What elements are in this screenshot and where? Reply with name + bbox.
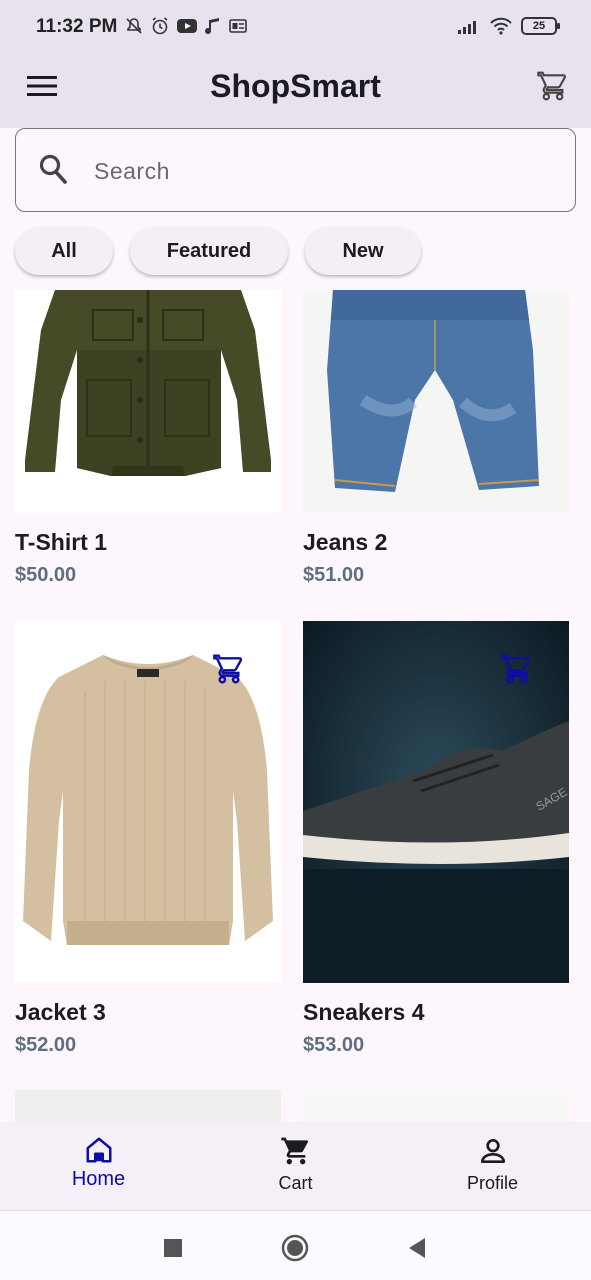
cart-button[interactable] <box>533 66 573 106</box>
product-image <box>15 290 281 513</box>
product-card[interactable]: Jeans 2 $51.00 <box>303 290 569 587</box>
product-card-partial[interactable] <box>303 1090 569 1122</box>
add-to-cart-icon <box>213 654 243 684</box>
recents-button[interactable] <box>158 1233 188 1263</box>
nav-cart-label: Cart <box>278 1173 313 1193</box>
jeans-image <box>303 290 569 513</box>
product-price: $53.00 <box>303 1034 365 1056</box>
system-navigation-bar <box>0 1210 591 1280</box>
news-icon <box>229 19 247 33</box>
product-card[interactable]: T-Shirt 1 $50.00 <box>15 290 281 587</box>
search-input[interactable] <box>94 151 554 191</box>
circle-icon <box>281 1234 309 1262</box>
square-icon <box>164 1239 182 1257</box>
product-card[interactable]: SAGE Sneakers 4 $53.00 <box>303 621 569 1057</box>
product-image: SAGE <box>303 621 569 983</box>
status-notification-icons <box>124 16 248 36</box>
product-price: $51.00 <box>303 564 365 586</box>
youtube-icon <box>177 19 197 33</box>
search-field[interactable] <box>15 128 576 212</box>
signal-icon <box>458 21 476 34</box>
chip-all[interactable]: All <box>15 227 113 275</box>
search-icon <box>39 154 67 184</box>
bottom-navigation: Home Cart Profile <box>0 1122 591 1210</box>
nav-profile-label: Profile <box>466 1173 519 1193</box>
chip-featured[interactable]: Featured <box>130 227 288 275</box>
person-icon <box>480 1139 505 1163</box>
status-time: 11:32 PM <box>36 16 118 37</box>
battery-icon: 25 <box>521 17 560 35</box>
music-icon <box>205 18 219 34</box>
product-price: $52.00 <box>15 1034 77 1056</box>
nav-cart[interactable]: Cart <box>197 1122 394 1210</box>
product-card[interactable]: Jacket 3 $52.00 <box>15 621 281 1057</box>
app-title: ShopSmart <box>210 68 381 104</box>
home-system-button[interactable] <box>280 1233 310 1263</box>
product-name: Jacket 3 <box>15 999 106 1025</box>
back-button[interactable] <box>402 1233 432 1263</box>
product-image <box>15 1090 281 1122</box>
back-triangle-icon <box>409 1238 425 1258</box>
nav-home[interactable]: Home <box>0 1122 197 1210</box>
product-image <box>303 290 569 513</box>
product-image <box>15 621 281 983</box>
add-to-cart-icon <box>501 654 531 684</box>
chip-new[interactable]: New <box>305 227 421 275</box>
product-name: Sneakers 4 <box>303 999 425 1025</box>
app-bar: ShopSmart <box>0 54 591 118</box>
jacket-image <box>15 290 281 513</box>
wifi-icon <box>490 17 512 35</box>
add-to-cart-button[interactable] <box>499 651 535 687</box>
alarm-icon <box>152 17 168 35</box>
product-name: T-Shirt 1 <box>15 529 108 555</box>
product-grid: T-Shirt 1 $50.00 Jeans 2 $51.00 Jacket 3… <box>0 290 591 1122</box>
nav-home-label: Home <box>71 1168 126 1190</box>
mute-icon <box>126 18 142 34</box>
top-bar: 11:32 PM 25 ShopSmart <box>0 0 591 128</box>
product-name: Jeans 2 <box>303 529 388 555</box>
product-card-partial[interactable] <box>15 1090 281 1122</box>
app-screen: 11:32 PM 25 ShopSmart Search All Feature… <box>0 0 591 1280</box>
cart-icon <box>537 71 567 101</box>
filter-chips: All Featured New <box>15 227 421 277</box>
status-system-icons: 25 <box>457 16 560 36</box>
nav-profile[interactable]: Profile <box>394 1122 591 1210</box>
product-price: $50.00 <box>15 564 77 586</box>
home-icon <box>86 1137 111 1163</box>
status-bar: 11:32 PM 25 <box>0 0 591 54</box>
cart-icon <box>280 1137 308 1165</box>
product-image <box>303 1090 569 1122</box>
add-to-cart-button[interactable] <box>211 651 247 687</box>
